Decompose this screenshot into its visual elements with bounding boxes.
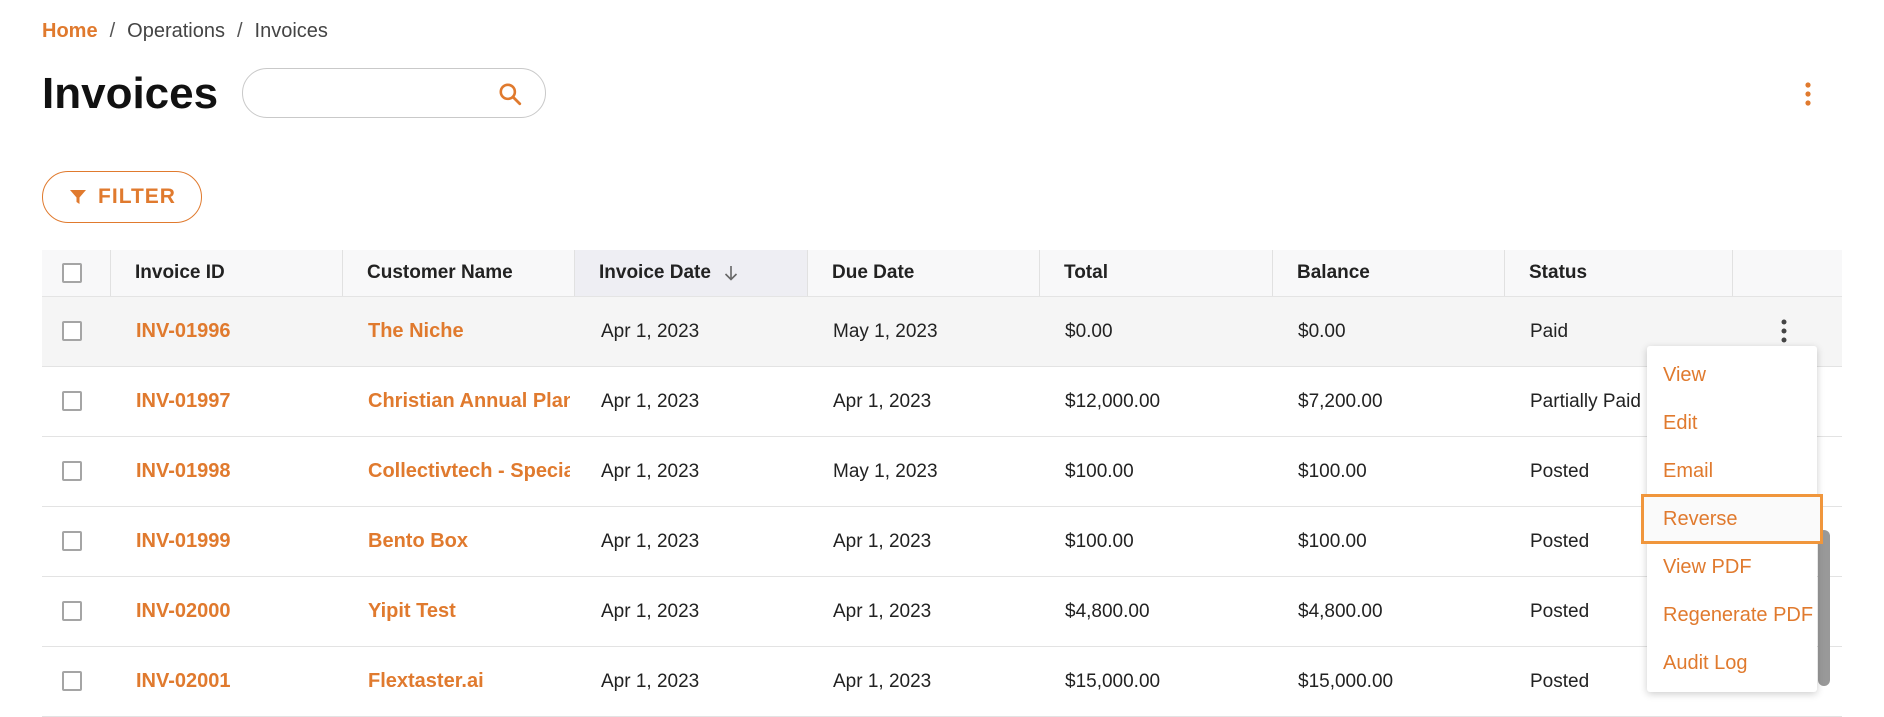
table-row[interactable]: INV-02001 Flextaster.ai Apr 1, 2023 Apr … bbox=[42, 647, 1842, 717]
filter-label: FILTER bbox=[98, 185, 176, 208]
due-date-cell: Apr 1, 2023 bbox=[833, 600, 932, 622]
column-header-total[interactable]: Total bbox=[1039, 250, 1296, 296]
menu-item-email[interactable]: Email bbox=[1647, 447, 1817, 495]
balance-cell: $0.00 bbox=[1298, 320, 1346, 342]
customer-name-link[interactable]: Bento Box bbox=[368, 507, 570, 576]
select-all-checkbox[interactable] bbox=[62, 263, 82, 283]
column-label: Invoice ID bbox=[135, 262, 225, 283]
table-row[interactable]: INV-02000 Yipit Test Apr 1, 2023 Apr 1, … bbox=[42, 577, 1842, 647]
menu-item-view[interactable]: View bbox=[1647, 351, 1817, 399]
column-label: Due Date bbox=[832, 262, 915, 283]
row-checkbox[interactable] bbox=[62, 391, 82, 411]
breadcrumb-separator: / bbox=[236, 20, 243, 42]
table-row[interactable]: INV-01997 Christian Annual Plan Apr 1, 2… bbox=[42, 367, 1842, 437]
invoice-id-link[interactable]: INV-02001 bbox=[136, 647, 336, 716]
column-header-invoice-id[interactable]: Invoice ID bbox=[110, 250, 367, 296]
filter-icon bbox=[70, 190, 87, 204]
row-checkbox[interactable] bbox=[62, 461, 82, 481]
search-icon[interactable] bbox=[497, 81, 523, 107]
page-more-icon[interactable] bbox=[1800, 80, 1816, 108]
balance-cell: $4,800.00 bbox=[1298, 600, 1383, 622]
row-checkbox[interactable] bbox=[62, 321, 82, 341]
balance-cell: $7,200.00 bbox=[1298, 390, 1383, 412]
customer-name-link[interactable]: Christian Annual Plan bbox=[368, 367, 570, 436]
search-box[interactable] bbox=[242, 68, 546, 118]
invoice-date-cell: Apr 1, 2023 bbox=[601, 600, 700, 622]
customer-name-link[interactable]: Yipit Test bbox=[368, 577, 570, 646]
column-header-due-date[interactable]: Due Date bbox=[807, 250, 1064, 296]
invoice-id-link[interactable]: INV-01996 bbox=[136, 297, 336, 366]
filter-button[interactable]: FILTER bbox=[42, 171, 202, 223]
table-row[interactable]: INV-01998 Collectivtech - Specialty Apr … bbox=[42, 437, 1842, 507]
due-date-cell: Apr 1, 2023 bbox=[833, 670, 932, 692]
invoice-id-link[interactable]: INV-01999 bbox=[136, 507, 336, 576]
invoice-date-cell: Apr 1, 2023 bbox=[601, 390, 700, 412]
menu-item-view-pdf[interactable]: View PDF bbox=[1647, 543, 1817, 591]
total-cell: $15,000.00 bbox=[1065, 670, 1161, 692]
column-label: Balance bbox=[1297, 262, 1370, 283]
column-label: Invoice Date bbox=[599, 262, 711, 283]
column-header-status[interactable]: Status bbox=[1504, 250, 1745, 296]
customer-name-link[interactable]: Flextaster.ai bbox=[368, 647, 570, 716]
arrow-down-icon bbox=[724, 266, 738, 281]
table-row[interactable]: INV-01996 The Niche Apr 1, 2023 May 1, 2… bbox=[42, 297, 1842, 367]
menu-item-edit[interactable]: Edit bbox=[1647, 399, 1817, 447]
due-date-cell: May 1, 2023 bbox=[833, 320, 938, 342]
invoices-table: Invoice ID Customer Name Invoice Date Du… bbox=[42, 250, 1842, 717]
menu-item-audit-log[interactable]: Audit Log bbox=[1647, 639, 1817, 687]
column-header-invoice-date[interactable]: Invoice Date bbox=[574, 250, 807, 296]
balance-cell: $100.00 bbox=[1298, 460, 1367, 482]
due-date-cell: May 1, 2023 bbox=[833, 460, 938, 482]
row-actions-menu: View Edit Email Reverse View PDF Regener… bbox=[1641, 346, 1823, 692]
invoice-date-cell: Apr 1, 2023 bbox=[601, 530, 700, 552]
row-checkbox[interactable] bbox=[62, 671, 82, 691]
balance-cell: $100.00 bbox=[1298, 530, 1367, 552]
menu-item-regenerate-pdf[interactable]: Regenerate PDF bbox=[1647, 591, 1817, 639]
column-header-balance[interactable]: Balance bbox=[1272, 250, 1529, 296]
breadcrumb-operations[interactable]: Operations bbox=[127, 20, 225, 43]
column-label: Customer Name bbox=[367, 262, 513, 283]
row-more-icon[interactable] bbox=[1777, 317, 1791, 345]
row-checkbox[interactable] bbox=[62, 601, 82, 621]
search-input[interactable] bbox=[263, 81, 497, 107]
due-date-cell: Apr 1, 2023 bbox=[833, 390, 932, 412]
total-cell: $0.00 bbox=[1065, 320, 1113, 342]
customer-name-link[interactable]: Collectivtech - Specialty bbox=[368, 437, 570, 506]
menu-item-reverse[interactable]: Reverse bbox=[1641, 494, 1823, 544]
total-cell: $4,800.00 bbox=[1065, 600, 1150, 622]
total-cell: $100.00 bbox=[1065, 530, 1134, 552]
invoice-id-link[interactable]: INV-01997 bbox=[136, 367, 336, 436]
breadcrumb-home-link[interactable]: Home bbox=[42, 20, 98, 43]
invoice-id-link[interactable]: INV-01998 bbox=[136, 437, 336, 506]
total-cell: $12,000.00 bbox=[1065, 390, 1161, 412]
breadcrumb: Home / Operations / Invoices bbox=[42, 20, 328, 43]
invoice-date-cell: Apr 1, 2023 bbox=[601, 320, 700, 342]
column-label: Status bbox=[1529, 262, 1588, 283]
breadcrumb-separator: / bbox=[109, 20, 116, 42]
invoice-date-cell: Apr 1, 2023 bbox=[601, 670, 700, 692]
balance-cell: $15,000.00 bbox=[1298, 670, 1394, 692]
table-row[interactable]: INV-01999 Bento Box Apr 1, 2023 Apr 1, 2… bbox=[42, 507, 1842, 577]
total-cell: $100.00 bbox=[1065, 460, 1134, 482]
row-checkbox[interactable] bbox=[62, 531, 82, 551]
table-scrollbar[interactable] bbox=[1818, 530, 1830, 686]
page-title: Invoices bbox=[42, 69, 219, 118]
invoice-id-link[interactable]: INV-02000 bbox=[136, 577, 336, 646]
table-header: Invoice ID Customer Name Invoice Date Du… bbox=[42, 250, 1842, 297]
customer-name-link[interactable]: The Niche bbox=[368, 297, 568, 366]
due-date-cell: Apr 1, 2023 bbox=[833, 530, 932, 552]
breadcrumb-current: Invoices bbox=[254, 20, 328, 42]
invoice-date-cell: Apr 1, 2023 bbox=[601, 460, 700, 482]
column-label: Total bbox=[1064, 262, 1108, 283]
column-header-actions bbox=[1732, 250, 1843, 296]
column-header-customer-name[interactable]: Customer Name bbox=[342, 250, 599, 296]
